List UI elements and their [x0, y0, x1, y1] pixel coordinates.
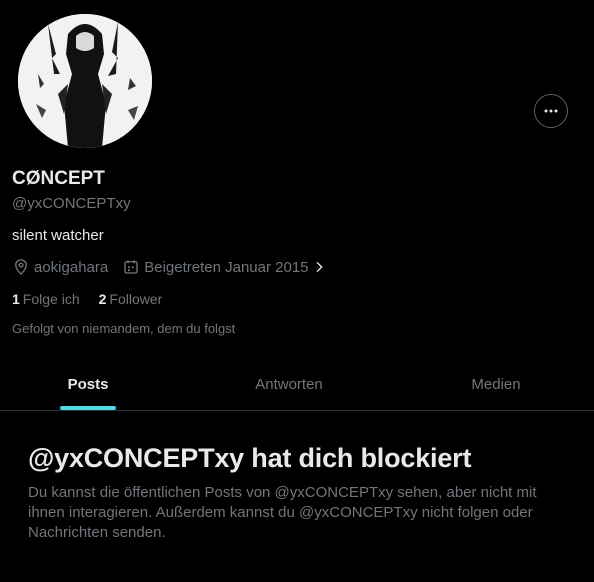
followers-count: 2	[98, 291, 107, 307]
following-link[interactable]: 1 Folge ich	[12, 291, 80, 307]
tab-posts[interactable]: Posts	[0, 358, 176, 410]
more-icon	[544, 109, 558, 113]
active-tab-indicator	[60, 406, 116, 410]
chevron-right-icon	[316, 261, 323, 273]
calendar-icon	[124, 260, 138, 274]
profile-meta: aokigahara Beigetreten Januar 2015	[12, 258, 341, 276]
follow-stats: 1 Folge ich 2 Follower	[12, 291, 181, 307]
tab-media[interactable]: Medien	[402, 358, 590, 410]
profile-tabs: Posts Antworten Medien	[0, 358, 594, 411]
tab-media-label: Medien	[471, 375, 521, 393]
more-options-button[interactable]	[534, 94, 568, 128]
blocked-title: @yxCONCEPTxy hat dich blockiert	[28, 443, 472, 473]
followers-link[interactable]: 2 Follower	[99, 291, 163, 307]
location-item: aokigahara	[12, 258, 108, 276]
blocked-description: Du kannst die öffentlichen Posts von @yx…	[28, 484, 537, 541]
following-count: 1	[12, 291, 20, 307]
joined-item[interactable]: Beigetreten Januar 2015	[122, 258, 326, 276]
following-label: Folge ich	[22, 291, 80, 307]
tab-posts-label: Posts	[67, 375, 109, 393]
username-handle: @yxCONCEPTxy	[12, 195, 131, 212]
tab-replies-label: Antworten	[255, 375, 323, 393]
display-name: CØNCEPT	[12, 168, 105, 189]
followers-label: Follower	[109, 291, 163, 307]
followed-by-text: Gefolgt von niemandem, dem du folgst	[12, 321, 236, 336]
tab-replies[interactable]: Antworten	[176, 358, 402, 410]
location-pin-icon	[15, 259, 27, 276]
profile-bio: silent watcher	[12, 227, 104, 244]
avatar-image	[18, 14, 152, 148]
avatar[interactable]	[16, 12, 154, 150]
location-text: aokigahara	[34, 258, 109, 276]
joined-text: Beigetreten Januar 2015	[144, 258, 309, 276]
